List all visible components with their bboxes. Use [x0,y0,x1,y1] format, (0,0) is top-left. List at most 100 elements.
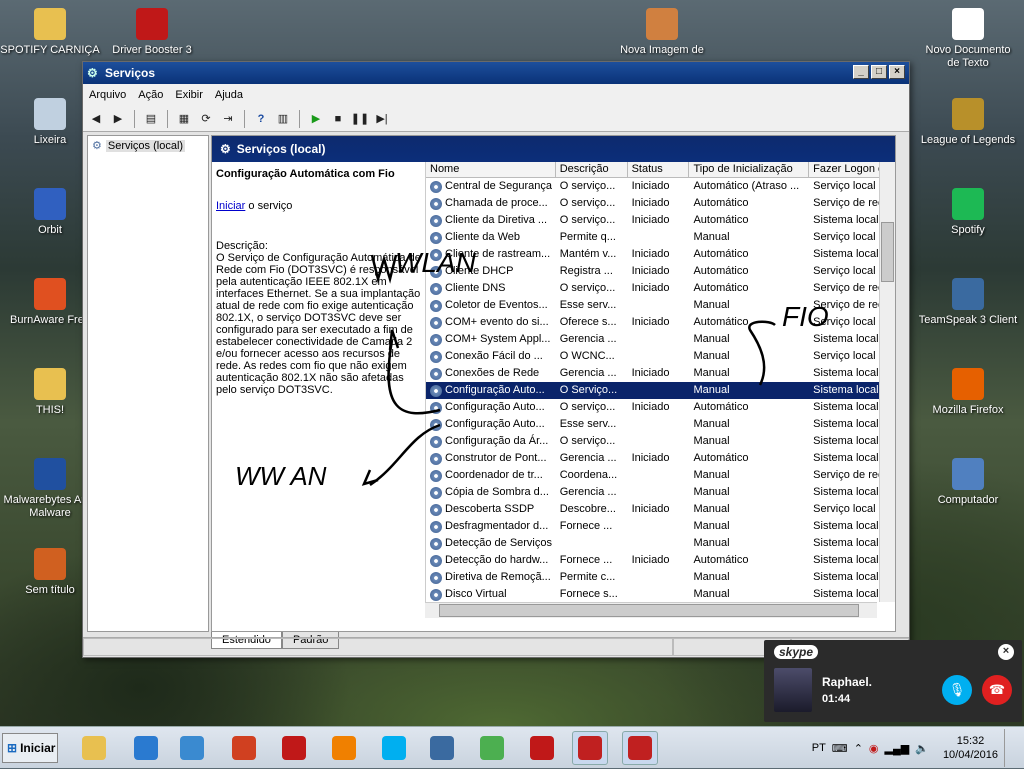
table-row[interactable]: Descoberta SSDP Descobre... Iniciado Manual… [426,501,893,518]
language-indicator[interactable]: PT [812,742,826,754]
taskbar-app[interactable] [424,731,460,765]
text-document-icon [952,8,984,40]
table-row[interactable]: Cliente de rastream... Mantém v... Iniciad… [426,246,893,263]
export-icon[interactable]: ⇥ [219,110,237,128]
desktop-icon[interactable]: Spotify [918,188,1018,237]
start-service-link[interactable]: Iniciar [216,200,245,212]
close-icon[interactable]: × [998,644,1014,660]
taskbar-app[interactable] [524,731,560,765]
microphone-button[interactable]: 🎙 [942,675,972,705]
hang-up-button[interactable]: ☎ [982,675,1012,705]
view-icon[interactable]: ▥ [274,110,292,128]
menu-exibir[interactable]: Exibir [175,89,203,101]
table-row[interactable]: Desfragmentador d... Fornece ... Manual Sis… [426,518,893,535]
menu-acao[interactable]: Ação [138,89,163,101]
desktop-icon[interactable]: SPOTIFY CARNIÇA [0,8,100,57]
service-name: Conexão Fácil do ... [445,350,543,362]
stop-icon[interactable]: ■ [329,110,347,128]
window-titlebar[interactable]: ⚙ Serviços _ □ × [83,62,909,84]
table-cell: Iniciado [631,554,670,566]
table-row[interactable]: Coletor de Eventos... Esse serv... Manual S… [426,297,893,314]
service-gear-icon [430,333,442,346]
table-row[interactable]: Cliente DHCP Registra ... Iniciado Automáti… [426,263,893,280]
taskbar-app[interactable] [326,731,362,765]
taskbar-app[interactable] [76,731,112,765]
minimize-button[interactable]: _ [853,65,869,79]
start-button[interactable]: ⊞ Iniciar [2,733,58,763]
taskbar-app[interactable] [376,731,412,765]
table-row[interactable]: Configuração Auto... O Serviço... Manual Si… [426,382,893,399]
scroll-thumb[interactable] [881,222,894,282]
table-row[interactable]: COM+ evento do si... Oferece s... Iniciado… [426,314,893,331]
desktop-icon[interactable]: Mozilla Firefox [918,368,1018,417]
tray-expand-icon[interactable]: ⌃ [854,742,863,755]
taskbar-app[interactable] [474,731,510,765]
clock[interactable]: 15:32 10/04/2016 [943,734,998,762]
hscroll-thumb[interactable] [439,604,859,617]
column-nome[interactable]: Nome [426,162,556,177]
desktop-icon[interactable]: Novo Documento de Texto [918,8,1018,70]
table-cell: Manual [693,520,730,532]
column-tipo-inicializacao[interactable]: Tipo de Inicialização [689,162,810,177]
table-row[interactable]: Construtor de Pont... Gerencia ... Iniciad… [426,450,893,467]
table-row[interactable]: Conexão Fácil do ... O WCNC... Manual Servi… [426,348,893,365]
explorer-icon [82,736,106,760]
menu-ajuda[interactable]: Ajuda [215,89,243,101]
desktop-icon[interactable]: Driver Booster 3 [102,8,202,57]
show-hide-tree-icon[interactable]: ▤ [142,110,160,128]
play-icon[interactable]: ▶ [307,110,325,128]
show-desktop-icon[interactable] [1004,729,1018,767]
forward-icon[interactable]: ▶ [109,110,127,128]
horizontal-scrollbar[interactable] [425,602,877,618]
keyboard-icon[interactable]: ⌨ [832,742,848,755]
desktop-icon[interactable]: Computador [918,458,1018,507]
table-row[interactable]: Cliente da Web Permite q... Manual Serviço … [426,229,893,246]
taskbar-app[interactable] [572,731,608,765]
table-row[interactable]: Detecção do hardw... Fornece ... Iniciado A… [426,552,893,569]
taskbar-app[interactable] [174,731,210,765]
table-row[interactable]: Coordenador de tr... Coordena... Manual Ser… [426,467,893,484]
menu-arquivo[interactable]: Arquivo [89,89,126,101]
table-row[interactable]: Cliente DNS O serviço... Iniciado Automátic… [426,280,893,297]
volume-icon[interactable]: 🔈 [915,742,929,755]
taskbar-app[interactable] [622,731,658,765]
table-row[interactable]: Chamada de proce... O serviço... Iniciado A… [426,195,893,212]
help-icon[interactable]: ? [252,110,270,128]
close-button[interactable]: × [889,65,905,79]
table-row[interactable]: Configuração Auto... O serviço... Iniciado… [426,399,893,416]
table-cell: Coletor de Eventos... [426,297,556,314]
table-cell: O serviço... [559,282,616,294]
tree-item-services-local[interactable]: ⚙ Serviços (local) [88,136,208,155]
maximize-button[interactable]: □ [871,65,887,79]
table-row[interactable]: Detecção de Serviços InterativosManualSi… [426,535,893,552]
phone-hangup-icon: ☎ [988,682,1006,697]
table-cell: Detecção do hardw... [426,552,556,569]
desktop-icon[interactable]: League of Legends [918,98,1018,147]
refresh-icon[interactable]: ⟳ [197,110,215,128]
desktop-icon[interactable]: Nova Imagem de [612,8,712,57]
table-row[interactable]: Cópia de Sombra d... Gerencia ... Manual Si… [426,484,893,501]
pause-icon[interactable]: ❚❚ [351,110,369,128]
table-row[interactable]: Configuração Auto... Esse serv... Manual Si… [426,416,893,433]
network-icon[interactable]: ▂▄▆ [885,742,910,755]
tray-app-icon[interactable]: ◉ [869,742,879,755]
table-row[interactable]: Disco Virtual Fornece s... Manual Sistema l… [426,586,893,603]
table-row[interactable]: Cliente da Diretiva ... O serviço... Inici… [426,212,893,229]
resume-icon[interactable]: ▶| [373,110,391,128]
table-row[interactable]: Configuração da Ár... O serviço... Manual S… [426,433,893,450]
service-name: Desfragmentador d... [445,520,549,532]
taskbar-app[interactable] [276,731,312,765]
column-descricao[interactable]: Descrição [556,162,628,177]
table-row[interactable]: Central de Segurança O serviço... Iniciado… [426,178,893,195]
taskbar-app[interactable] [128,731,164,765]
column-status[interactable]: Status [628,162,690,177]
table-row[interactable]: Conexões de Rede Gerencia ... Iniciado Manu… [426,365,893,382]
table-row[interactable]: COM+ System Appl... Gerencia ... Manual Sis… [426,331,893,348]
back-icon[interactable]: ◀ [87,110,105,128]
taskbar-app[interactable] [226,731,262,765]
properties-icon[interactable]: ▦ [175,110,193,128]
table-row[interactable]: Diretiva de Remoçã... Permite c... Manual S… [426,569,893,586]
desktop-icon[interactable]: TeamSpeak 3 Client [918,278,1018,327]
vertical-scrollbar[interactable] [879,162,895,602]
table-cell [628,297,690,314]
